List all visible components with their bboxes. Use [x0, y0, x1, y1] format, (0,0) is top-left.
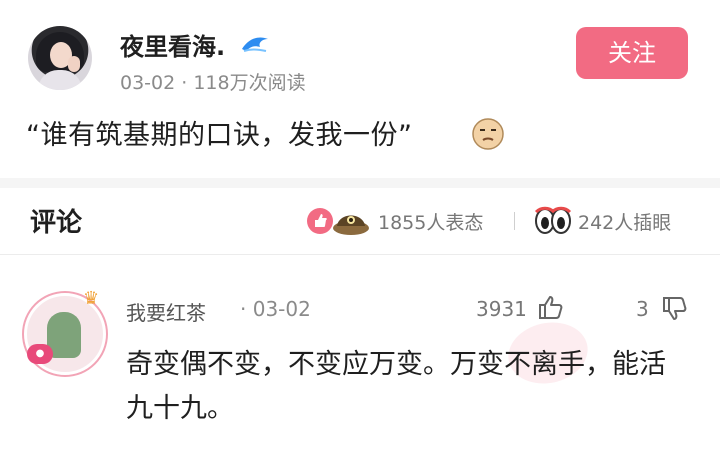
author-avatar[interactable] [28, 26, 92, 90]
dislike-count: 3 [636, 297, 649, 321]
face-emoji-icon [472, 118, 504, 150]
crown-icon: ♛ [83, 288, 100, 309]
comment-date: · 03-02 [240, 297, 311, 321]
comments-title: 评论 [30, 208, 83, 238]
reactions-count: 1855人表态 [378, 212, 484, 234]
reaction-icons[interactable] [305, 204, 373, 238]
avatar-body [38, 70, 82, 90]
eyes-icon[interactable] [533, 204, 573, 238]
avatar-hand [68, 56, 80, 72]
author-name[interactable]: 夜里看海. [120, 27, 225, 62]
thumbs-up-outline-icon[interactable] [536, 293, 564, 321]
comment-item: ♛ ● 我要红茶 · 03-02 3931 3 奇变偶不变，不变应万变。万变不离… [0, 255, 720, 450]
wave-icon [242, 37, 268, 52]
post-text: “谁有筑基期的口诀，发我一份” [26, 120, 413, 151]
post-header: 夜里看海. 03-02 · 118万次阅读 关注 “谁有筑基期的口诀，发我一份” [0, 0, 720, 178]
thumbs-down-outline-icon[interactable] [660, 295, 688, 323]
like-count: 3931 [476, 297, 527, 321]
follow-button[interactable]: 关注 [576, 27, 688, 79]
commenter-name[interactable]: 我要红茶 [126, 297, 206, 326]
comment-text: 奇变偶不变，不变应万变。万变不离手，能活九十九。 [126, 349, 666, 424]
thumbs-up-icon [307, 208, 333, 234]
section-gap [0, 178, 720, 188]
post-meta: 03-02 · 118万次阅读 [120, 72, 306, 94]
avatar-tag-badge: ● [27, 344, 53, 364]
commenter-avatar[interactable]: ♛ ● [24, 288, 106, 375]
comments-header: 评论 1855人表态 242人插眼 [0, 188, 720, 252]
eyes-count: 242人插眼 [578, 212, 672, 234]
header-divider [514, 212, 515, 230]
hat-emoji-icon [333, 215, 369, 235]
